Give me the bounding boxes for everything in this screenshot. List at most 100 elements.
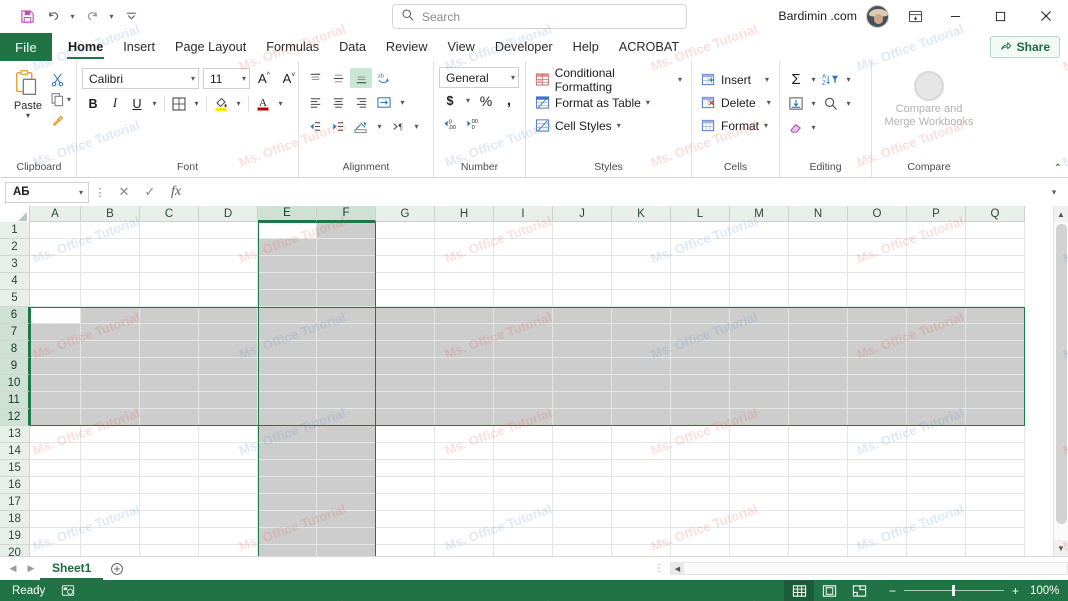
cell-K12[interactable] (612, 409, 671, 426)
cancel-formula-button[interactable]: ✕ (111, 181, 137, 203)
cell-H8[interactable] (435, 341, 494, 358)
cell-O3[interactable] (848, 256, 907, 273)
cell-E8[interactable] (258, 341, 317, 358)
cell-K1[interactable] (612, 222, 671, 239)
cell-M10[interactable] (730, 375, 789, 392)
vertical-scroll-track[interactable] (1053, 222, 1068, 540)
cell-H12[interactable] (435, 409, 494, 426)
cell-G9[interactable] (376, 358, 435, 375)
paste-button[interactable]: Paste ▾ (7, 67, 49, 120)
merge-center-caret[interactable]: ▾ (373, 116, 386, 136)
cell-N15[interactable] (789, 460, 848, 477)
cell-J11[interactable] (553, 392, 612, 409)
cell-K16[interactable] (612, 477, 671, 494)
cell-grid[interactable] (30, 222, 1068, 556)
cell-P17[interactable] (907, 494, 966, 511)
cell-I5[interactable] (494, 290, 553, 307)
cell-J5[interactable] (553, 290, 612, 307)
cell-M11[interactable] (730, 392, 789, 409)
cell-C8[interactable] (140, 341, 199, 358)
cell-O10[interactable] (848, 375, 907, 392)
row-header-18[interactable]: 18 (0, 511, 30, 528)
cell-O18[interactable] (848, 511, 907, 528)
cell-P14[interactable] (907, 443, 966, 460)
cell-M1[interactable] (730, 222, 789, 239)
column-header-E[interactable]: E (258, 206, 317, 222)
cell-N7[interactable] (789, 324, 848, 341)
cell-G18[interactable] (376, 511, 435, 528)
cell-D15[interactable] (199, 460, 258, 477)
cell-I13[interactable] (494, 426, 553, 443)
sort-filter-caret[interactable]: ▾ (842, 69, 855, 90)
cell-Q15[interactable] (966, 460, 1025, 477)
cell-O9[interactable] (848, 358, 907, 375)
cell-G14[interactable] (376, 443, 435, 460)
font-color-button[interactable]: A (252, 93, 274, 114)
row-header-8[interactable]: 8 (0, 341, 30, 358)
cell-J8[interactable] (553, 341, 612, 358)
cell-Q10[interactable] (966, 375, 1025, 392)
cell-F18[interactable] (317, 511, 376, 528)
cell-K9[interactable] (612, 358, 671, 375)
cell-B15[interactable] (81, 460, 140, 477)
zoom-slider-track[interactable] (904, 585, 1004, 596)
cell-F7[interactable] (317, 324, 376, 341)
add-sheet-button[interactable] (103, 558, 131, 580)
cell-P4[interactable] (907, 273, 966, 290)
cell-C1[interactable] (140, 222, 199, 239)
cell-A20[interactable] (30, 545, 81, 556)
column-header-O[interactable]: O (848, 206, 907, 222)
avatar[interactable] (866, 4, 889, 28)
search-box[interactable]: Search (392, 4, 687, 29)
cell-O17[interactable] (848, 494, 907, 511)
cell-E12[interactable] (258, 409, 317, 426)
cell-H14[interactable] (435, 443, 494, 460)
previous-sheet-button[interactable]: ◀ (4, 559, 22, 579)
cell-F17[interactable] (317, 494, 376, 511)
cell-P3[interactable] (907, 256, 966, 273)
cell-N16[interactable] (789, 477, 848, 494)
insert-cells-button[interactable]: Insert ▾ (697, 69, 773, 90)
cell-A13[interactable] (30, 426, 81, 443)
cell-Q9[interactable] (966, 358, 1025, 375)
cell-O7[interactable] (848, 324, 907, 341)
cell-K18[interactable] (612, 511, 671, 528)
cell-Q19[interactable] (966, 528, 1025, 545)
cell-L5[interactable] (671, 290, 730, 307)
cell-L17[interactable] (671, 494, 730, 511)
cell-I9[interactable] (494, 358, 553, 375)
cell-O4[interactable] (848, 273, 907, 290)
cell-P15[interactable] (907, 460, 966, 477)
orientation-button[interactable]: ab (373, 68, 395, 88)
cell-M19[interactable] (730, 528, 789, 545)
cell-Q17[interactable] (966, 494, 1025, 511)
number-format-combobox[interactable]: General ▾ (439, 67, 519, 88)
cell-G8[interactable] (376, 341, 435, 358)
cell-E16[interactable] (258, 477, 317, 494)
format-as-table-button[interactable]: Format as Table ▾ (531, 92, 654, 113)
cell-F6[interactable] (317, 307, 376, 324)
cell-E13[interactable] (258, 426, 317, 443)
cell-C19[interactable] (140, 528, 199, 545)
cell-M4[interactable] (730, 273, 789, 290)
expand-formula-bar-button[interactable]: ▾ (1044, 182, 1064, 203)
cell-K4[interactable] (612, 273, 671, 290)
delete-caret[interactable]: ▾ (767, 98, 771, 107)
cell-A17[interactable] (30, 494, 81, 511)
scroll-down-button[interactable]: ▼ (1053, 540, 1068, 556)
borders-caret[interactable]: ▾ (190, 93, 203, 114)
cell-A7[interactable] (30, 324, 81, 341)
increase-decimal-button[interactable]: 0.00 (439, 113, 461, 134)
cell-E5[interactable] (258, 290, 317, 307)
cell-K10[interactable] (612, 375, 671, 392)
cell-P18[interactable] (907, 511, 966, 528)
cell-B7[interactable] (81, 324, 140, 341)
cell-E18[interactable] (258, 511, 317, 528)
percent-style-button[interactable]: % (475, 90, 497, 111)
zoom-in-button[interactable]: + (1011, 584, 1020, 598)
cell-G6[interactable] (376, 307, 435, 324)
underline-caret[interactable]: ▾ (148, 93, 161, 114)
search-container[interactable]: Search (392, 4, 687, 29)
cell-J10[interactable] (553, 375, 612, 392)
cell-F1[interactable] (317, 222, 376, 239)
